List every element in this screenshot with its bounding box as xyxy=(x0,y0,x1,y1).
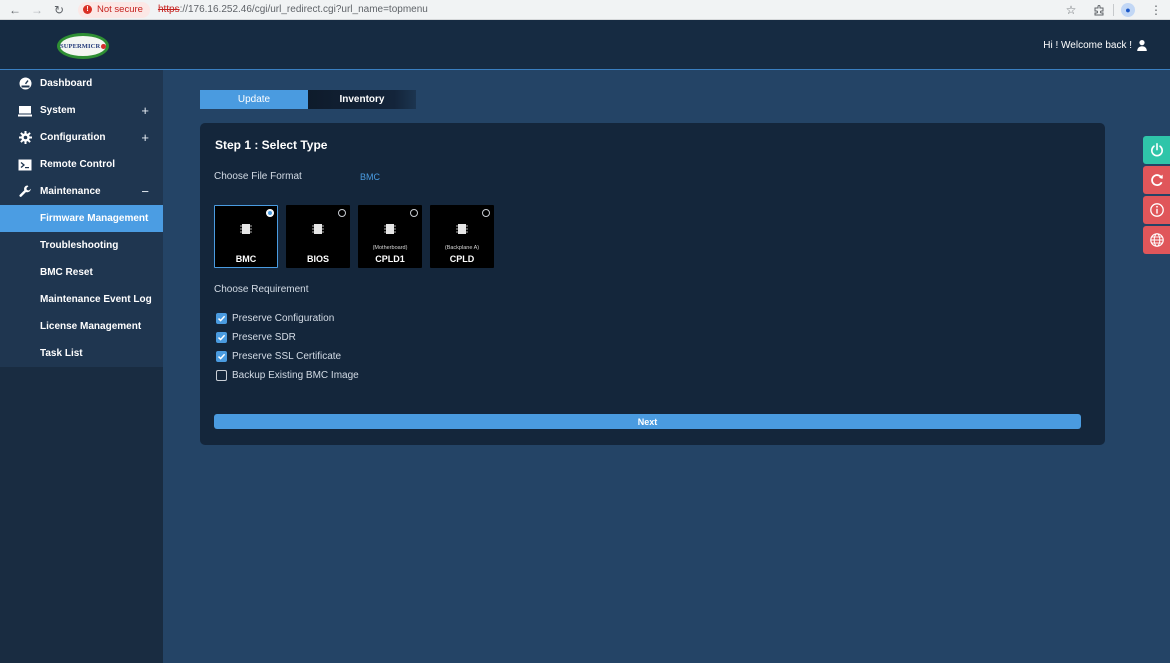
sidebar-item-label: Remote Control xyxy=(40,159,115,170)
requirement-label: Choose Requirement xyxy=(214,284,309,295)
back-arrow-icon[interactable]: ← xyxy=(4,0,26,20)
sidebar-subitem-bmc-reset[interactable]: BMC Reset xyxy=(0,259,163,286)
type-option-cpld1[interactable]: (Motherboard) CPLD1 xyxy=(358,205,422,268)
security-indicator[interactable]: ! Not secure xyxy=(78,1,150,18)
gear-icon xyxy=(18,131,32,145)
terminal-icon xyxy=(18,158,32,172)
checkbox-label: Preserve SDR xyxy=(232,332,296,343)
firmware-tabs: Update Inventory xyxy=(200,90,416,109)
checkbox-label: Backup Existing BMC Image xyxy=(232,370,359,381)
radio-button[interactable] xyxy=(410,209,418,217)
checkbox-unchecked[interactable] xyxy=(216,370,227,381)
address-bar[interactable]: https://176.16.252.46/cgi/url_redirect.c… xyxy=(158,4,428,15)
radio-button[interactable] xyxy=(266,209,274,217)
select-type-panel: Step 1 : Select Type Choose File Format … xyxy=(200,123,1105,445)
chip-icon xyxy=(240,224,252,234)
type-option-cpld[interactable]: (Backplane A) CPLD xyxy=(430,205,494,268)
radio-button[interactable] xyxy=(482,209,490,217)
sidebar-subitem-troubleshooting[interactable]: Troubleshooting xyxy=(0,232,163,259)
type-sublabel: (Motherboard) xyxy=(372,245,408,251)
app-header: SUPERMICR Hi ! Welcome back ! xyxy=(0,20,1170,70)
check-preserve-sdr[interactable]: Preserve SDR xyxy=(216,328,359,347)
check-backup-existing-bmc-image[interactable]: Backup Existing BMC Image xyxy=(216,366,359,385)
sidebar-item-dashboard[interactable]: Dashboard xyxy=(0,70,163,97)
chip-icon xyxy=(456,224,468,234)
type-label: CPLD1 xyxy=(375,254,405,264)
profile-icon: ● xyxy=(1121,3,1135,17)
url-protocol: https xyxy=(157,4,180,15)
sidebar-item-system[interactable]: System + xyxy=(0,97,163,124)
logo-text: SUPERMICR xyxy=(60,42,101,50)
type-label: BIOS xyxy=(306,254,329,264)
checkbox-label: Preserve SSL Certificate xyxy=(232,351,342,362)
user-icon xyxy=(1137,40,1147,51)
reset-button[interactable] xyxy=(1143,166,1170,194)
type-label: BMC xyxy=(235,254,257,264)
security-label: Not secure xyxy=(97,4,143,15)
expand-plus-icon[interactable]: + xyxy=(141,103,149,118)
file-format-label: Choose File Format xyxy=(214,171,302,182)
sidebar: Dashboard System + Configuration + Remot… xyxy=(0,70,163,663)
expand-plus-icon[interactable]: + xyxy=(141,130,149,145)
language-button[interactable] xyxy=(1143,226,1170,254)
sidebar-subitem-firmware-management[interactable]: Firmware Management xyxy=(0,205,163,232)
radio-button[interactable] xyxy=(338,209,346,217)
check-preserve-configuration[interactable]: Preserve Configuration xyxy=(216,309,359,328)
sidebar-item-maintenance[interactable]: Maintenance − xyxy=(0,178,163,205)
refresh-icon xyxy=(1150,174,1163,186)
type-sublabel: (Backplane A) xyxy=(444,245,480,251)
checkbox-checked[interactable] xyxy=(216,313,227,324)
collapse-minus-icon[interactable]: − xyxy=(141,184,149,199)
tab-update[interactable]: Update xyxy=(200,90,308,109)
user-welcome[interactable]: Hi ! Welcome back ! xyxy=(1043,39,1148,51)
reload-icon[interactable]: ↻ xyxy=(48,0,70,20)
warning-icon: ! xyxy=(83,5,92,14)
chip-icon xyxy=(384,224,396,234)
info-button[interactable] xyxy=(1143,196,1170,224)
info-icon xyxy=(1149,203,1164,217)
checkbox-checked[interactable] xyxy=(216,351,227,362)
sidebar-item-configuration[interactable]: Configuration + xyxy=(0,124,163,151)
supermicro-logo[interactable]: SUPERMICR xyxy=(57,33,109,59)
sidebar-menu: Dashboard System + Configuration + Remot… xyxy=(0,70,163,367)
welcome-text: Hi ! Welcome back ! xyxy=(1043,39,1132,51)
type-label: CPLD xyxy=(449,254,475,264)
extensions-icon[interactable] xyxy=(1085,0,1113,20)
logo-dot xyxy=(101,43,106,49)
sidebar-item-label: Configuration xyxy=(40,132,106,143)
chip-icon xyxy=(312,224,324,234)
wrench-icon xyxy=(18,185,32,199)
type-option-bios[interactable]: BIOS xyxy=(286,205,350,268)
checkbox-checked[interactable] xyxy=(216,332,227,343)
globe-icon xyxy=(1149,233,1164,247)
sidebar-item-label: Maintenance xyxy=(40,186,101,197)
sidebar-subitem-task-list[interactable]: Task List xyxy=(0,340,163,367)
firmware-type-options: BMC BIOS (Motherboard) CPLD1 (Backplane … xyxy=(214,205,502,268)
browser-toolbar: ← → ↻ ! Not secure https://176.16.252.46… xyxy=(0,0,1170,20)
type-option-bmc[interactable]: BMC xyxy=(214,205,278,268)
sidebar-subitem-maintenance-event-log[interactable]: Maintenance Event Log xyxy=(0,286,163,313)
checkbox-label: Preserve Configuration xyxy=(232,313,335,324)
tab-inventory[interactable]: Inventory xyxy=(308,90,416,109)
power-icon xyxy=(1150,142,1163,157)
bookmark-star-icon[interactable]: ☆ xyxy=(1057,0,1085,20)
power-button[interactable] xyxy=(1143,136,1170,164)
url-path: ://176.16.252.46/cgi/url_redirect.cgi?ur… xyxy=(179,4,428,15)
step-title: Step 1 : Select Type xyxy=(215,138,328,152)
monitor-icon xyxy=(18,104,32,118)
profile-avatar[interactable]: ● xyxy=(1114,0,1142,20)
sidebar-item-label: System xyxy=(40,105,76,116)
sidebar-item-remote-control[interactable]: Remote Control xyxy=(0,151,163,178)
forward-arrow-icon[interactable]: → xyxy=(26,0,48,20)
file-format-value: BMC xyxy=(360,172,380,182)
check-preserve-ssl-certificate[interactable]: Preserve SSL Certificate xyxy=(216,347,359,366)
browser-menu-icon[interactable]: ⋮ xyxy=(1142,0,1170,20)
next-button[interactable]: Next xyxy=(214,414,1081,429)
requirement-checklist: Preserve Configuration Preserve SDR Pres… xyxy=(216,309,359,385)
sidebar-subitem-license-management[interactable]: License Management xyxy=(0,313,163,340)
sidebar-item-label: Dashboard xyxy=(40,78,93,89)
dashboard-icon xyxy=(18,77,32,91)
